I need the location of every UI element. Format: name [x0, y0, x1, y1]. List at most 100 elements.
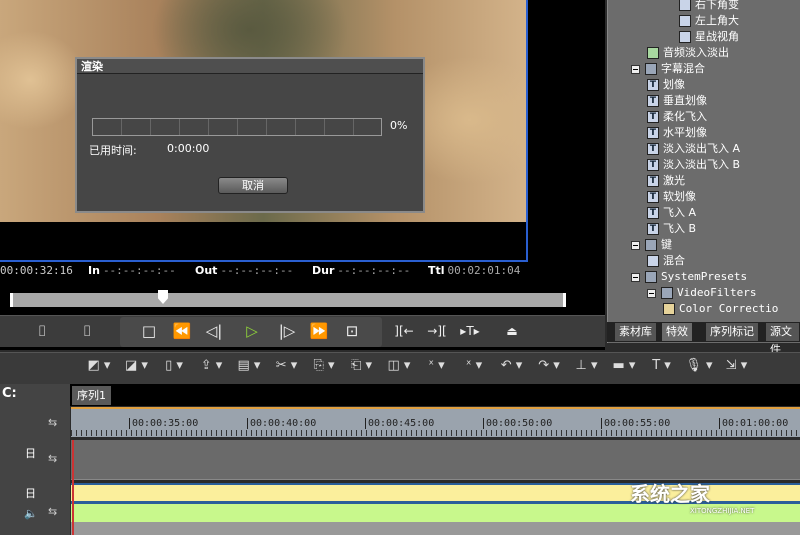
out-point: Out --:--:--:--	[195, 264, 294, 277]
color-clip-icon[interactable]: ◪ ▾	[123, 358, 151, 373]
trim-icon[interactable]: ▸T▸	[458, 320, 482, 342]
tab-sequence-1[interactable]: 序列1	[72, 386, 111, 405]
overwrite-icon[interactable]: →][	[425, 320, 449, 342]
tree-item[interactable]: 字幕混合	[631, 61, 705, 77]
tree-item-label: 键	[661, 238, 672, 251]
paste-icon[interactable]: ⎗ ▾	[348, 358, 376, 373]
track-empty	[71, 522, 800, 535]
tree-item[interactable]: T 柔化飞入	[647, 109, 707, 125]
set-out-icon[interactable]: ⌷	[75, 320, 99, 342]
title-icon: T	[647, 175, 659, 187]
elapsed-label: 已用时间:	[89, 144, 137, 157]
ruler-label: 00:00:55:00	[601, 418, 670, 429]
collapse-icon[interactable]	[631, 64, 640, 74]
cancel-button[interactable]: 取消	[218, 177, 288, 194]
tree-item[interactable]: SystemPresets	[631, 269, 747, 285]
tab-bin[interactable]: 素材库	[615, 323, 657, 341]
tree-item-label: 音频淡入淡出	[663, 46, 729, 59]
output-icon[interactable]: ⇲ ▾	[723, 358, 751, 373]
tree-item[interactable]: T 软划像	[647, 189, 696, 205]
tree-item[interactable]: 键	[631, 237, 672, 253]
tree-item[interactable]: T 激光	[647, 173, 685, 189]
save-icon[interactable]: ▤ ▾	[235, 358, 263, 373]
tree-item-label: 左上角大	[695, 14, 739, 27]
tree-item[interactable]: T 划像	[647, 77, 685, 93]
video-track[interactable]	[71, 440, 800, 480]
tree-item-label: 星战视角	[695, 30, 739, 43]
tab-sequence-markers[interactable]: 序列标记	[706, 323, 759, 341]
elapsed-value: 0:00:00	[167, 142, 210, 155]
collapse-icon[interactable]	[647, 288, 656, 298]
marker-icon[interactable]: ⊥ ▾	[573, 358, 601, 373]
collapse-icon[interactable]	[631, 240, 640, 250]
collapse-icon[interactable]	[631, 272, 640, 282]
mic-icon[interactable]: 🎙 ▾	[685, 358, 713, 373]
mode-icon[interactable]: ▬ ▾	[610, 358, 638, 373]
new-file-icon[interactable]: ▯ ▾	[160, 358, 188, 373]
video-track-icon[interactable]: 日	[25, 485, 36, 501]
tree-item[interactable]: T 淡入淡出飞入 A	[647, 141, 740, 157]
tree-item-label: 垂直划像	[663, 94, 707, 107]
track-label: C:	[2, 386, 17, 401]
step-forward-icon[interactable]: |▷	[275, 320, 299, 342]
tree-item[interactable]: 右下角变	[679, 0, 739, 13]
total: Ttl 00:02:01:04	[428, 264, 521, 277]
folder-icon	[645, 239, 657, 251]
export-icon[interactable]: ⏏	[500, 320, 524, 342]
tab-effects[interactable]: 特效	[662, 323, 693, 341]
tree-item-label: 柔化飞入	[663, 110, 707, 123]
tab-source[interactable]: 源文件	[766, 323, 800, 356]
tree-item-label: 飞入 A	[663, 206, 697, 219]
sync-icon[interactable]: ⇆	[48, 505, 57, 518]
step-back-icon[interactable]: ◁|	[202, 320, 226, 342]
title-icon[interactable]: T ▾	[648, 358, 676, 373]
tree-item-label: 淡入淡出飞入 A	[663, 142, 741, 155]
tree-item[interactable]: 星战视角	[679, 29, 739, 45]
sequence-tabbar	[70, 384, 800, 406]
transition-icon	[679, 31, 691, 43]
delete-icon[interactable]: ˣ ▾	[423, 358, 451, 373]
insert-icon[interactable]: ][←	[392, 320, 416, 342]
redo-icon[interactable]: ↷ ▾	[535, 358, 563, 373]
stop-icon[interactable]: □	[137, 320, 161, 342]
tree-item[interactable]: T 水平划像	[647, 125, 707, 141]
tree-item-label: 右下角变	[695, 0, 739, 11]
render-progress-bar	[92, 118, 382, 136]
timeline-cursor[interactable]	[72, 440, 74, 535]
rewind-icon[interactable]: ⏪	[170, 320, 194, 342]
set-in-icon[interactable]: ⌷	[30, 320, 54, 342]
replace-icon[interactable]: ◫ ▾	[385, 358, 413, 373]
copy-icon[interactable]: ⎘ ▾	[310, 358, 338, 373]
play-icon[interactable]: ▷	[240, 320, 264, 342]
tree-item[interactable]: VideoFilters	[647, 285, 756, 301]
tree-item[interactable]: 音频淡入淡出	[647, 45, 729, 61]
new-clip-icon[interactable]: ◩ ▾	[85, 358, 113, 373]
transition-icon	[679, 0, 691, 11]
sync-icon[interactable]: ⇆	[48, 452, 57, 465]
title-icon: T	[647, 95, 659, 107]
tree-item-label: 软划像	[663, 190, 696, 203]
ruler-label: 00:00:45:00	[365, 418, 434, 429]
tree-item-label: VideoFilters	[677, 286, 757, 299]
sync-icon[interactable]: ⇆	[48, 416, 57, 429]
title-icon: T	[647, 111, 659, 123]
audio-icon[interactable]: 🔈	[24, 507, 38, 520]
tree-item[interactable]: Color Correctio	[663, 301, 778, 317]
tree-item[interactable]: 左上角大	[679, 13, 739, 29]
undo-icon[interactable]: ↶ ▾	[498, 358, 526, 373]
loop-icon[interactable]: ⊡	[340, 320, 364, 342]
title-icon: T	[647, 223, 659, 235]
render-dialog: 渲染 0% 已用时间: 0:00:00 取消	[75, 57, 425, 213]
tree-item[interactable]: T 飞入 A	[647, 205, 696, 221]
fast-forward-icon[interactable]: ⏩	[307, 320, 331, 342]
tree-item[interactable]: 混合	[647, 253, 685, 269]
tree-item[interactable]: T 飞入 B	[647, 221, 696, 237]
tree-item-label: 水平划像	[663, 126, 707, 139]
tree-item[interactable]: T 淡入淡出飞入 B	[647, 157, 740, 173]
tree-item[interactable]: T 垂直划像	[647, 93, 707, 109]
ripple-delete-icon[interactable]: ˣ ▾	[460, 358, 488, 373]
import-icon[interactable]: ⇪ ▾	[198, 358, 226, 373]
position-slider[interactable]	[10, 293, 566, 307]
cut-icon[interactable]: ✂ ▾	[273, 358, 301, 373]
video-track-icon[interactable]: 日	[25, 445, 36, 461]
